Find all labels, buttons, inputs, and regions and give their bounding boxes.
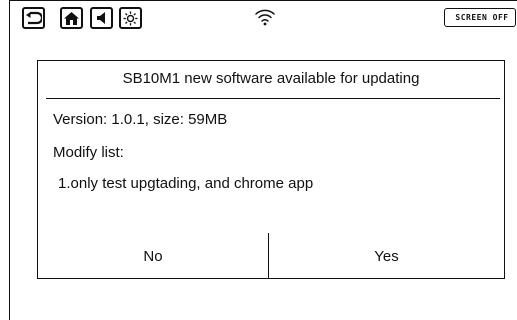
volume-button[interactable] xyxy=(90,7,113,29)
status-bar: SCREEN OFF xyxy=(0,0,517,36)
modify-list-item: 1.only test upgtading, and chrome app xyxy=(58,175,314,192)
dialog-title: SB10M1 new software available for updati… xyxy=(122,70,420,87)
wifi-icon xyxy=(255,9,275,26)
brightness-button[interactable] xyxy=(119,7,142,29)
version-info: Version: 1.0.1, size: 59MB xyxy=(53,111,228,128)
back-button[interactable] xyxy=(22,7,45,29)
dialog-button-row: No Yes xyxy=(38,233,504,279)
modify-list-label: Modify list: xyxy=(53,144,124,161)
yes-button[interactable]: Yes xyxy=(269,233,504,279)
screen-off-button[interactable]: SCREEN OFF xyxy=(444,8,516,27)
back-icon xyxy=(26,11,42,25)
home-icon xyxy=(64,11,79,25)
volume-icon xyxy=(96,12,105,24)
brightness-icon xyxy=(123,11,138,25)
update-dialog: SB10M1 new software available for updati… xyxy=(37,60,505,279)
dialog-divider xyxy=(46,98,500,99)
no-button[interactable]: No xyxy=(38,233,268,279)
home-button[interactable] xyxy=(60,7,83,29)
